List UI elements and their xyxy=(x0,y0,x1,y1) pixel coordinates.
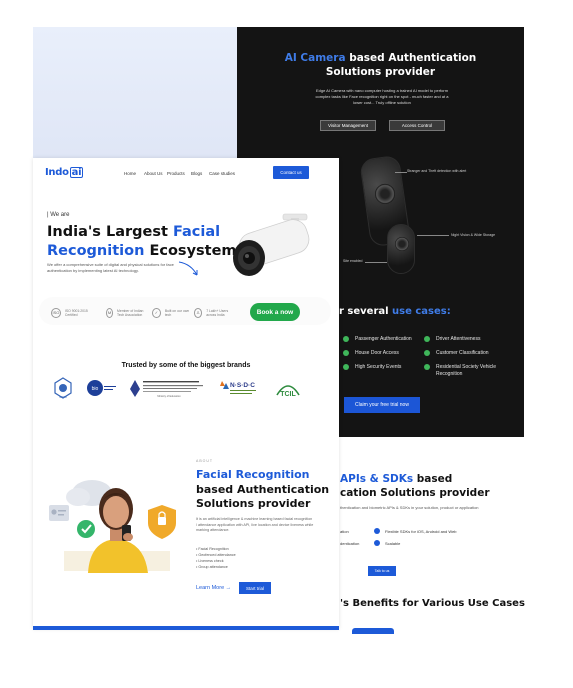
check-icon xyxy=(343,336,349,342)
claim-free-trial-button[interactable]: Claim your free trial now xyxy=(344,397,420,413)
brand-logo-mhrd: MHRD xyxy=(53,376,73,400)
access-control-button[interactable]: Access Control xyxy=(389,120,445,131)
badge-iso: ISO ISO 9001:2015 Certified xyxy=(51,308,88,318)
user-icon: ♙ xyxy=(194,308,203,318)
visitor-management-button[interactable]: Visitor Management xyxy=(320,120,376,131)
brand-logo-ministry: Ministry of Education xyxy=(129,376,205,400)
svg-text:Ministry of Education: Ministry of Education xyxy=(157,395,181,398)
ai-camera-description: Edge AI Camera with nano computer hostin… xyxy=(315,88,449,105)
cctv-camera-image xyxy=(233,213,310,276)
about-tag: ABOUT xyxy=(196,459,214,463)
use-case-item: High Security Events xyxy=(343,364,401,371)
feature-item: ation xyxy=(340,529,349,534)
book-a-demo-button[interactable]: Book a now xyxy=(250,303,300,321)
brand-logo-nsdc: N·S·D·C xyxy=(217,376,263,400)
trusted-brands-heading: Trusted by some of the biggest brands xyxy=(121,362,251,369)
check-icon xyxy=(343,364,349,370)
facial-recognition-description: It is an artificial intelligence & machi… xyxy=(196,517,314,532)
use-case-item: House Door Access xyxy=(343,350,399,357)
feature-list: Facial Recognition Geofenced attendance … xyxy=(196,546,236,570)
nav-case-studies[interactable]: Case studies xyxy=(209,171,235,176)
use-case-item: Passenger Authentication xyxy=(343,336,412,343)
feature-item: dentication xyxy=(340,541,360,546)
use-case-item: Customer Classification xyxy=(424,350,489,357)
edge-camera-small xyxy=(387,224,415,274)
callout-site-enabled: Site enabled xyxy=(343,259,363,263)
talk-to-us-button[interactable]: Talk to us xyxy=(368,566,396,576)
arrow-doodle-icon xyxy=(178,261,198,276)
badge-own-tech: ✓ Built on our own tech xyxy=(152,308,192,318)
svg-text:N·S·D·C: N·S·D·C xyxy=(230,382,255,389)
start-trial-button[interactable]: Start trial xyxy=(239,582,271,594)
callout-stranger-detection: Stranger and Theft detection with alert xyxy=(407,169,467,173)
use-cases-heading: r several use cases: xyxy=(339,306,451,317)
api-sdk-description: thentication and biometric APIs & SDKs i… xyxy=(340,505,479,510)
feature-item: Flexible SDKs for iOS, Android and Web xyxy=(374,528,457,534)
check-icon xyxy=(424,364,430,370)
background-gradient-panel xyxy=(33,27,238,159)
nav-products[interactable]: Products xyxy=(167,171,185,176)
badge-users: ♙ 7 Lakh+ Users across India xyxy=(194,308,238,318)
feature-item: Scalable xyxy=(374,540,400,546)
brand-logo-bio: bio xyxy=(85,376,119,400)
use-case-item: Residential Society Vehicle Recognition xyxy=(424,364,504,378)
learn-more-link[interactable]: Learn More → xyxy=(196,585,231,591)
badge-member: M Member of Indian Tech Association xyxy=(106,308,144,318)
ai-camera-title: AI Camera based Authentication Solutions… xyxy=(284,52,477,78)
indoai-logo[interactable]: Indo ai xyxy=(45,167,84,178)
nav-blogs[interactable]: Blogs xyxy=(191,171,202,176)
contact-us-button[interactable]: Contact us xyxy=(273,166,309,179)
check-circle-icon: ✓ xyxy=(152,308,161,318)
check-icon xyxy=(374,540,380,546)
check-icon xyxy=(424,350,430,356)
benefits-heading: 's Benefits for Various Use Cases xyxy=(340,598,525,609)
hero-description: We offer a comprehensive suite of digita… xyxy=(47,262,174,273)
nav-about-us[interactable]: About Us xyxy=(144,171,163,176)
facial-recognition-title: Facial Recognition based Authentication … xyxy=(196,468,330,510)
callout-night-vision: Night Vision & Wide Storage xyxy=(451,233,496,237)
we-are-label: | We are xyxy=(47,212,70,218)
hero-heading: India's Largest Facial Recognition Ecosy… xyxy=(47,224,237,259)
face-recognition-illustration xyxy=(49,480,176,573)
check-icon xyxy=(343,350,349,356)
list-item: Group attendance xyxy=(196,564,236,570)
use-case-item: Driver Attentiveness xyxy=(424,336,480,343)
member-icon: M xyxy=(106,308,114,318)
iso-icon: ISO xyxy=(51,308,61,318)
svg-text:bio: bio xyxy=(92,386,99,392)
svg-text:MHRD: MHRD xyxy=(59,396,67,399)
landing-page-card: Indo ai Home About Us Products Blogs Case… xyxy=(33,158,339,629)
svg-text:TCIL: TCIL xyxy=(280,391,296,398)
check-icon xyxy=(424,336,430,342)
footer-accent-bar xyxy=(33,626,339,630)
nav-home[interactable]: Home xyxy=(124,171,136,176)
api-sdk-title: APIs & SDKs based cation Solutions provi… xyxy=(340,473,490,499)
brand-logo-tcil: TCIL xyxy=(273,376,303,400)
benefits-tab-pill xyxy=(352,628,394,634)
check-icon xyxy=(374,528,380,534)
